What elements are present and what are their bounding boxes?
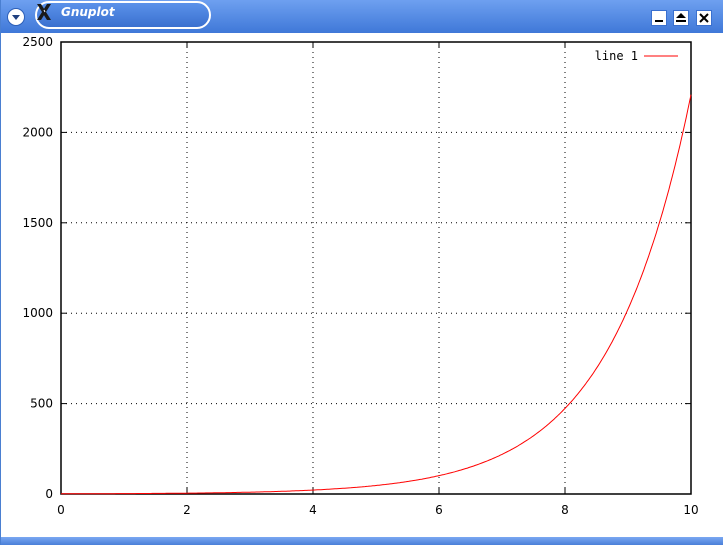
line-chart: 0 2 4 6 8 10 0 500 1000 1500 2000 2500 line 1	[22, 35, 698, 517]
plot-border	[60, 41, 692, 495]
gnuplot-window: Gnuplot 0 2 4 6 8 10 0 500 1000 1500 2000 2500 line …	[0, 0, 723, 545]
title-bar[interactable]: Gnuplot	[1, 0, 723, 33]
window-title: Gnuplot	[61, 5, 115, 19]
x-tick-label: 0	[57, 503, 65, 517]
y-tick-label: 2000	[22, 125, 53, 139]
window-bottom-border	[1, 537, 723, 545]
y-tick-label: 1000	[22, 306, 53, 320]
y-tick-label: 500	[30, 397, 53, 411]
close-icon[interactable]	[696, 10, 712, 26]
chevron-down-icon[interactable]	[7, 8, 25, 26]
legend-label: line 1	[595, 49, 638, 63]
x-logo-icon	[37, 4, 51, 20]
x-tick-label: 2	[183, 503, 191, 517]
minimize-icon[interactable]	[651, 10, 667, 26]
y-tick-label: 0	[45, 487, 53, 501]
x-tick-label: 10	[683, 503, 698, 517]
x-tick-label: 4	[309, 503, 317, 517]
series-line-line-1	[61, 94, 692, 495]
plot-area: 0 2 4 6 8 10 0 500 1000 1500 2000 2500 line 1	[2, 33, 723, 537]
y-tick-label: 2500	[22, 35, 53, 49]
x-tick-label: 6	[435, 503, 443, 517]
y-tick-label: 1500	[22, 216, 53, 230]
maximize-icon[interactable]	[673, 10, 689, 26]
x-tick-label: 8	[561, 503, 569, 517]
